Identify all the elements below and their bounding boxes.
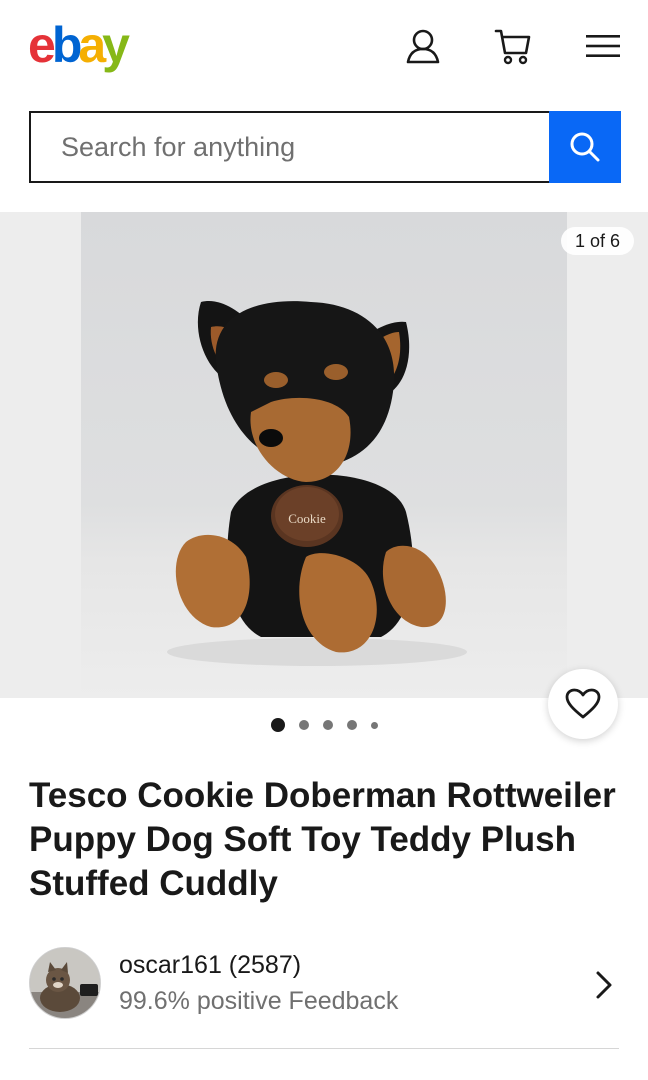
seller-details-button[interactable] xyxy=(589,965,619,1005)
pagination-dot[interactable] xyxy=(346,720,357,730)
cart-icon xyxy=(494,29,531,65)
pagination-dot-active[interactable] xyxy=(270,718,285,732)
section-divider xyxy=(29,1048,619,1049)
search-input[interactable] xyxy=(29,111,549,183)
search-icon xyxy=(570,132,600,162)
seller-avatar xyxy=(29,947,101,1019)
image-counter: 1 of 6 xyxy=(561,227,635,255)
search-button[interactable] xyxy=(549,111,621,183)
logo-letter-y: y xyxy=(102,18,130,73)
cat-avatar-photo xyxy=(30,948,100,1018)
pagination-dot[interactable] xyxy=(370,721,378,729)
chevron-right-icon xyxy=(596,971,612,999)
seller-username[interactable]: oscar161 (2587) xyxy=(119,951,301,980)
ebay-logo[interactable]: ebay xyxy=(28,18,150,74)
pagination-dot[interactable] xyxy=(322,720,333,730)
logo-letter-b: b xyxy=(52,18,81,73)
account-button[interactable] xyxy=(401,24,445,68)
svg-text:ebay: ebay xyxy=(28,18,130,73)
tag-text: Cookie xyxy=(288,511,326,526)
search-bar xyxy=(29,111,621,183)
header: ebay xyxy=(0,0,648,100)
pagination-dot[interactable] xyxy=(298,720,309,730)
image-gallery[interactable]: Cookie xyxy=(0,212,648,698)
plush-dog-photo: Cookie xyxy=(167,301,467,666)
account-icon xyxy=(406,29,440,64)
gallery-pagination xyxy=(0,716,648,734)
product-image[interactable]: Cookie xyxy=(81,212,567,698)
seller-feedback: 99.6% positive Feedback xyxy=(119,987,399,1015)
seller-card[interactable]: oscar161 (2587) 99.6% positive Feedback xyxy=(29,945,619,1025)
listing-title: Tesco Cookie Doberman Rottweiler Puppy D… xyxy=(29,776,616,903)
cart-button[interactable] xyxy=(491,24,535,68)
menu-button[interactable] xyxy=(581,24,625,68)
hamburger-menu-icon xyxy=(586,35,620,57)
